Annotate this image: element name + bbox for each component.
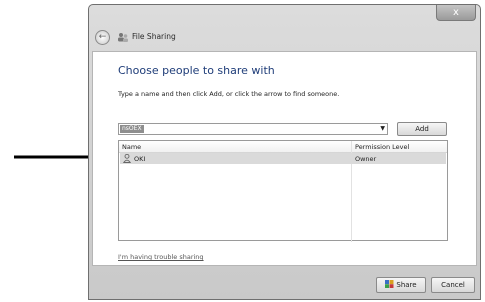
user-icon <box>123 154 131 163</box>
dialog-content: Choose people to share with Type a name … <box>92 51 477 266</box>
list-header: Name Permission Level <box>119 141 447 153</box>
column-header-name[interactable]: Name <box>122 143 141 151</box>
file-sharing-window: x ← File Sharing Choose people to share … <box>88 4 481 300</box>
people-list[interactable]: Name Permission Level OKI Owner <box>118 140 448 242</box>
name-input-value: nsOEX <box>120 125 144 133</box>
name-combobox[interactable]: nsOEX ▼ <box>118 123 388 135</box>
share-shield-icon <box>385 280 394 288</box>
share-label: Share <box>396 281 417 289</box>
instruction-text: Type a name and then click Add, or click… <box>118 90 340 98</box>
row-permission[interactable]: Owner <box>355 155 376 163</box>
trouble-sharing-link[interactable]: I'm having trouble sharing <box>118 253 204 261</box>
add-button[interactable]: Add <box>397 122 447 136</box>
window-title: File Sharing <box>132 32 176 41</box>
share-button[interactable]: Share <box>376 277 426 293</box>
cancel-button[interactable]: Cancel <box>431 277 475 293</box>
dropdown-arrow-icon[interactable]: ▼ <box>380 124 385 134</box>
dialog-heading: Choose people to share with <box>118 64 275 77</box>
share-users-icon <box>118 33 128 42</box>
back-button[interactable]: ← <box>95 30 110 45</box>
column-header-permission[interactable]: Permission Level <box>355 143 409 151</box>
back-arrow-icon: ← <box>98 32 107 42</box>
list-row[interactable]: OKI Owner <box>120 153 446 164</box>
row-name: OKI <box>134 155 146 163</box>
close-button[interactable]: x <box>436 5 476 21</box>
